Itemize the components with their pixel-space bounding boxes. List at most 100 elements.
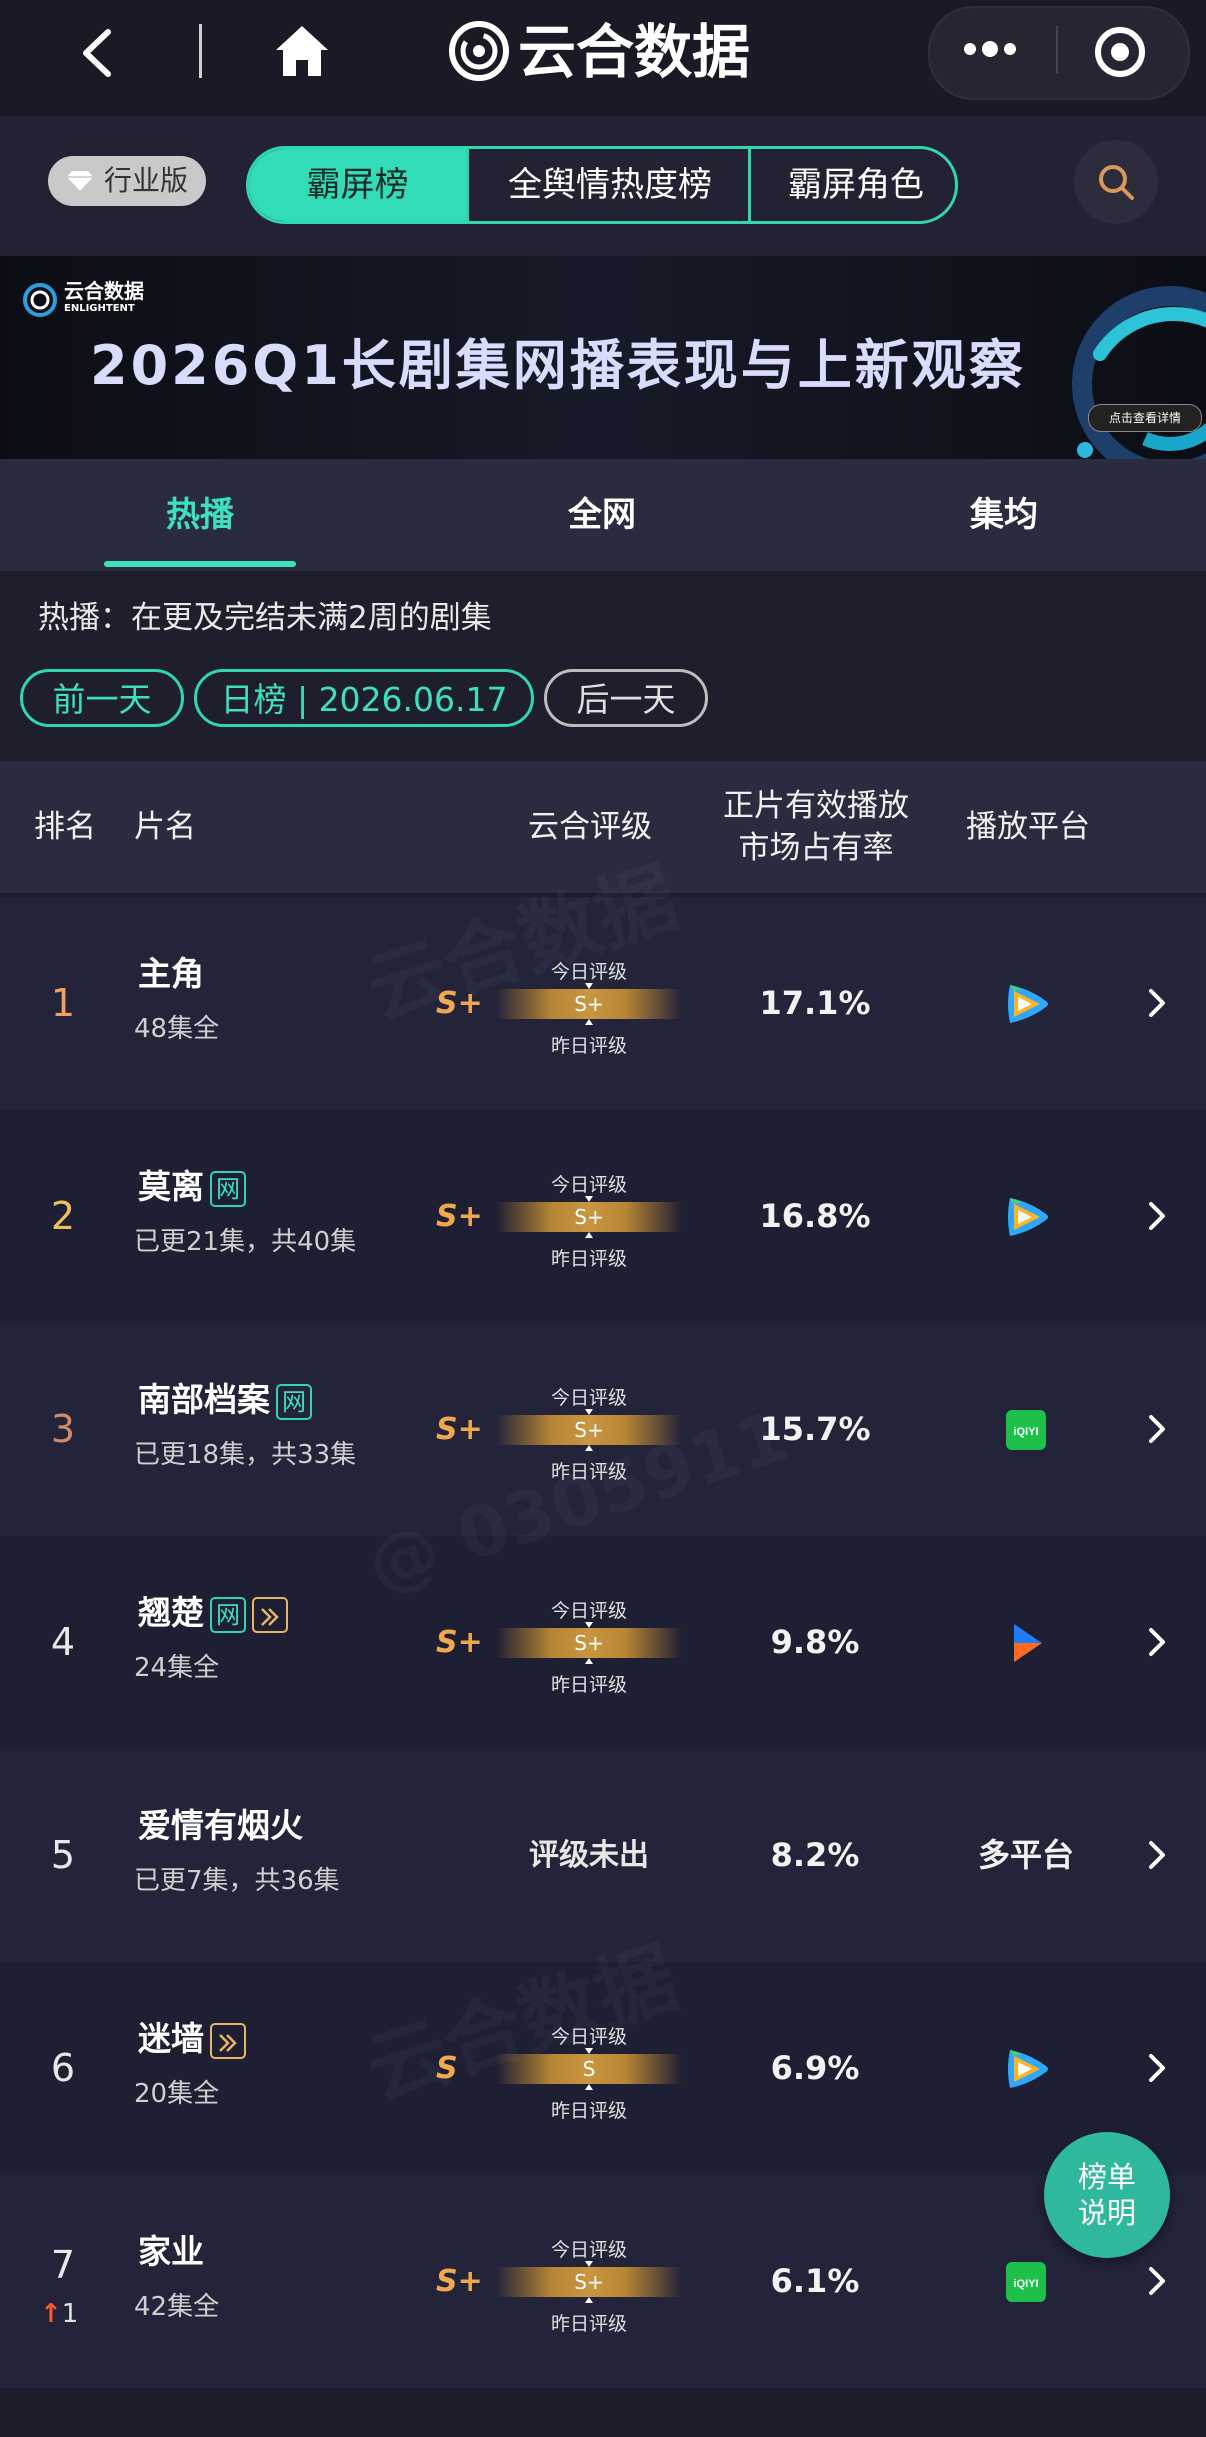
promo-banner[interactable]: 云合数据 ENLIGHTENT 2026Q1长剧集网播表现与上新观察 点击查看详… [0,256,1206,459]
rank-number: 1 [50,981,76,1025]
industry-version-badge[interactable]: 行业版 [48,156,206,206]
rating-gauge: 今日评级 S+ 昨日评级 [496,1536,682,1749]
date-selector[interactable]: 日榜 | 2026.06.17 [194,669,534,727]
close-target-icon[interactable] [1092,24,1148,80]
fab-label-line2: 说明 [1077,2196,1136,2230]
rank-number: 5 [50,1833,76,1877]
back-icon[interactable] [78,18,138,88]
drama-title[interactable]: 主角 [138,951,204,997]
web-drama-tag: 网 [276,1383,312,1420]
chevron-right-icon[interactable] [1142,1829,1172,1881]
today-rating-label: 今日评级 [550,1600,627,1622]
enlightent-logo: 云合数据 ENLIGHTENT [22,278,172,322]
banner-ring-graphic [1060,284,1206,459]
market-share-value: 9.8% [770,1623,860,1661]
chevron-right-icon[interactable] [1142,1616,1172,1668]
list-subtabs: 热播 全网 集均 [0,459,1206,571]
badge-label: 行业版 [104,164,189,197]
market-share-value: 6.9% [770,2049,860,2087]
drama-title-text: 迷墙 [138,2019,204,2058]
drama-title[interactable]: 爱情有烟火 [138,1803,303,1849]
table-row[interactable]: 4 翘楚网 24集全 S+ 今日评级 S+ 昨日评级 9.8% [0,1536,1206,1749]
tab-dominance-list[interactable]: 霸屏榜 [249,149,466,221]
rank-number: 4 [50,1620,76,1664]
category-row: 行业版 霸屏榜 全舆情热度榜 霸屏角色 [0,116,1206,256]
tab-full-network[interactable]: 全网 [472,459,732,571]
tab-dominance-roles[interactable]: 霸屏角色 [748,149,955,221]
previous-day-button[interactable]: 前一天 [20,669,184,727]
chevron-right-icon[interactable] [1142,1190,1172,1242]
table-row[interactable]: 7 ↑1 家业 42集全 S+ 今日评级 S+ 昨日评级 6.1% iQIYI [0,2175,1206,2388]
rating-bar-value: S+ [496,1202,682,1232]
yesterday-marker [585,1019,593,1025]
tencent-video-icon [996,979,1056,1029]
list-description: 热播：在更及完结未满2周的剧集 [38,600,492,636]
yunhe-logo-icon [448,20,510,82]
multi-platform-label: 多平台 [977,1836,1074,1874]
more-icon[interactable] [960,22,1020,76]
list-explanation-button[interactable]: 榜单 说明 [1044,2132,1170,2258]
tab-public-opinion-heat[interactable]: 全舆情热度榜 [466,149,751,221]
yesterday-marker [585,1658,593,1664]
drama-title[interactable]: 家业 [138,2229,204,2275]
rank-up-icon: ↑ [40,2299,62,2329]
web-drama-tag: 网 [210,1596,246,1633]
search-button[interactable] [1074,140,1158,224]
ranking-type-tabs: 霸屏榜 全舆情热度榜 霸屏角色 [246,146,958,224]
header-platform: 播放平台 [966,809,1090,845]
chevron-right-icon[interactable] [1142,977,1172,1029]
header-rank: 排名 [34,809,96,845]
home-icon[interactable] [272,22,332,82]
yunhe-logo-icon [23,283,57,317]
chevron-right-icon[interactable] [1142,2042,1172,2094]
rating-bar-value: S+ [496,2267,682,2297]
tab-per-episode[interactable]: 集均 [874,459,1134,571]
drama-title-text: 爱情有烟火 [138,1806,303,1845]
iqiyi-icon: iQIYI [996,2257,1056,2307]
tab-hot-airing[interactable]: 热播 [70,459,330,571]
episode-status: 24集全 [134,1653,220,1683]
yesterday-rating-label: 昨日评级 [550,1674,627,1696]
exclusive-play-icon [210,2022,246,2059]
rating-grade: S+ [436,2264,483,2299]
banner-detail-button[interactable]: 点击查看详情 [1088,404,1202,432]
market-share-value: 6.1% [770,2262,860,2300]
drama-title[interactable]: 南部档案网 [138,1377,312,1423]
exclusive-play-icon [252,1596,288,1633]
yesterday-marker [585,1232,593,1238]
table-row[interactable]: 2 莫离网已更21集，共40集 S+ 今日评级 S+ 昨日评级 16.8% [0,1110,1206,1323]
rank-number: 2 [50,1194,76,1238]
rating-gauge: 今日评级 S+ 昨日评级 [496,2175,682,2388]
drama-title[interactable]: 莫离网 [138,1164,246,1210]
rank-change: ↑1 [40,2299,78,2329]
drama-title[interactable]: 翘楚网 [138,1590,288,1636]
search-icon [1099,165,1134,200]
today-rating-label: 今日评级 [550,2239,627,2261]
banner-logo-cn: 云合数据 [64,279,144,303]
episode-status: 42集全 [134,2292,220,2322]
active-tab-underline [104,561,296,567]
divider [199,24,202,78]
today-rating-label: 今日评级 [550,1387,627,1409]
header-market-share-line2: 市场占有率 [738,830,894,866]
episode-status: 已更18集，共33集 [134,1440,357,1470]
drama-title-text: 莫离 [138,1167,204,1206]
header-title: 片名 [134,809,196,845]
market-share-value: 16.8% [759,1197,871,1235]
svg-text:iQIYI: iQIYI [1013,2278,1038,2290]
yesterday-marker [585,1445,593,1451]
iqiyi-icon: iQIYI [996,1405,1056,1455]
next-day-button[interactable]: 后一天 [544,669,708,727]
episode-status: 已更7集，共36集 [134,1866,340,1896]
youku-icon [996,1618,1056,1668]
carousel-indicator [1077,442,1093,458]
drama-title-text: 南部档案 [138,1380,270,1419]
web-drama-tag: 网 [210,1170,246,1207]
yesterday-marker [585,2297,593,2303]
market-share-value: 17.1% [759,984,871,1022]
rank-number: 3 [50,1407,76,1451]
tencent-video-icon [996,2044,1056,2094]
drama-title[interactable]: 迷墙 [138,2016,246,2062]
chevron-right-icon[interactable] [1142,1403,1172,1455]
chevron-right-icon[interactable] [1142,2255,1172,2307]
